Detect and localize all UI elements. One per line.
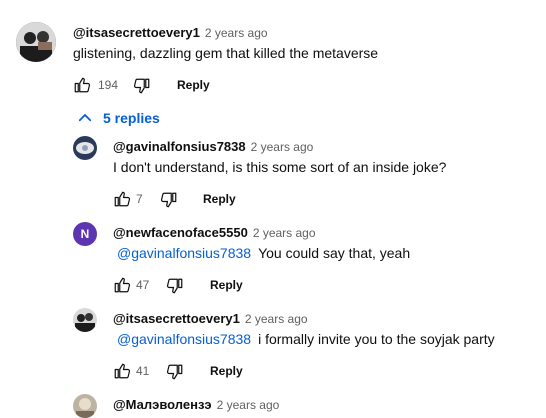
thumbs-down-icon xyxy=(160,191,178,209)
reply-button[interactable]: Reply xyxy=(210,364,243,378)
comment-text: @gavinalfonsius7838 i formally invite you… xyxy=(113,331,495,347)
avatar[interactable]: N xyxy=(73,222,97,246)
mention-link[interactable]: @gavinalfonsius7838 xyxy=(117,245,251,261)
dislike-button[interactable] xyxy=(160,191,178,209)
comment-header: @itsasecrettoevery1 2 years ago xyxy=(73,24,268,42)
thumbs-down-icon xyxy=(166,277,184,295)
avatar[interactable] xyxy=(73,394,97,418)
dislike-button[interactable] xyxy=(166,363,184,381)
comment-text: I don't understand, is this some sort of… xyxy=(113,159,447,175)
comment-timestamp[interactable]: 2 years ago xyxy=(253,226,316,240)
avatar[interactable] xyxy=(16,22,56,62)
comment-author[interactable]: @newfacenoface5550 xyxy=(113,225,248,240)
comment-timestamp[interactable]: 2 years ago xyxy=(251,140,314,154)
like-count: 7 xyxy=(136,192,143,206)
avatar-letter: N xyxy=(80,227,90,241)
comment-text: glistening, dazzling gem that killed the… xyxy=(73,45,379,61)
comment-author[interactable]: @Малэволензэ xyxy=(113,397,212,412)
thumbs-up-icon xyxy=(73,76,91,94)
comment-author[interactable]: @gavinalfonsius7838 xyxy=(113,139,246,154)
reply-button[interactable]: Reply xyxy=(177,78,210,92)
comment-header: @itsasecrettoevery1 2 years ago xyxy=(113,310,308,328)
reply-button[interactable]: Reply xyxy=(210,278,243,292)
like-button[interactable] xyxy=(73,76,91,94)
thumbs-up-icon xyxy=(113,276,131,294)
dislike-button[interactable] xyxy=(166,277,184,295)
like-count: 41 xyxy=(136,364,150,378)
chevron-up-icon xyxy=(76,109,94,127)
like-button[interactable] xyxy=(113,190,131,208)
avatar[interactable] xyxy=(73,136,97,160)
like-count: 194 xyxy=(98,78,119,92)
comment-text: @gavinalfonsius7838 You could say that, y… xyxy=(113,245,410,261)
thumbs-down-icon xyxy=(133,77,151,95)
comment-header: @newfacenoface5550 2 years ago xyxy=(113,224,316,242)
like-button[interactable] xyxy=(113,276,131,294)
comment-header: @gavinalfonsius7838 2 years ago xyxy=(113,138,313,156)
thumbs-up-icon xyxy=(113,362,131,380)
comment-header: @Малэволензэ 2 years ago xyxy=(113,396,279,414)
like-button[interactable] xyxy=(113,362,131,380)
replies-count-label[interactable]: 5 replies xyxy=(103,110,160,126)
mention-link[interactable]: @gavinalfonsius7838 xyxy=(117,331,251,347)
thumbs-up-icon xyxy=(113,190,131,208)
avatar[interactable] xyxy=(73,308,97,332)
comment-timestamp[interactable]: 2 years ago xyxy=(245,312,308,326)
thumbs-down-icon xyxy=(166,363,184,381)
comment-text-body: i formally invite you to the soyjak part… xyxy=(258,331,495,347)
reply-button[interactable]: Reply xyxy=(203,192,236,206)
comment-text-body: You could say that, yeah xyxy=(258,245,411,261)
comment-timestamp[interactable]: 2 years ago xyxy=(205,26,268,40)
like-count: 47 xyxy=(136,278,150,292)
dislike-button[interactable] xyxy=(133,77,151,95)
comment-author[interactable]: @itsasecrettoevery1 xyxy=(113,311,240,326)
comment-timestamp[interactable]: 2 years ago xyxy=(217,398,280,412)
replies-toggle-button[interactable] xyxy=(76,109,94,127)
comment-author[interactable]: @itsasecrettoevery1 xyxy=(73,25,200,40)
